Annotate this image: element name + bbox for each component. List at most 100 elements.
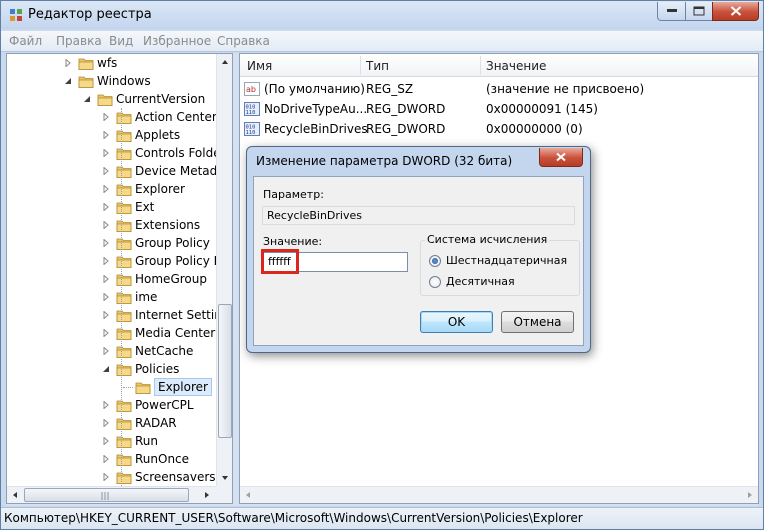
close-button[interactable]: [712, 2, 759, 21]
collapsed-arrow-icon[interactable]: [102, 149, 110, 157]
tree-item[interactable]: NetCache: [7, 342, 216, 360]
value-row[interactable]: 010 110 RecycleBinDrives REG_DWORD 0x0000000…: [240, 119, 758, 139]
scroll-down-icon[interactable]: [217, 469, 233, 486]
collapsed-arrow-icon[interactable]: [102, 401, 110, 409]
tree-vertical-scrollbar[interactable]: [216, 54, 233, 486]
minimize-button[interactable]: [657, 2, 686, 21]
tree-item-label[interactable]: HomeGroup: [135, 270, 207, 288]
collapsed-arrow-icon[interactable]: [102, 455, 110, 463]
menu-file[interactable]: Файл: [9, 34, 42, 48]
column-separator[interactable]: [480, 56, 481, 75]
menu-help[interactable]: Справка: [217, 34, 270, 48]
tree-item[interactable]: Policies: [7, 360, 216, 378]
tree-item[interactable]: CurrentVersion: [7, 90, 216, 108]
tree-item-label[interactable]: PowerCPL: [135, 396, 194, 414]
tree-item-label[interactable]: Policies: [135, 360, 179, 378]
scroll-right-icon[interactable]: [742, 487, 758, 503]
tree-item[interactable]: Explorer: [7, 180, 216, 198]
collapsed-arrow-icon[interactable]: [102, 113, 110, 121]
tree-item[interactable]: Internet Setting: [7, 306, 229, 324]
tree-item-label[interactable]: Extensions: [135, 216, 200, 234]
values-horizontal-scrollbar[interactable]: [240, 486, 758, 503]
collapsed-arrow-icon[interactable]: [102, 311, 110, 319]
collapsed-arrow-icon[interactable]: [102, 293, 110, 301]
tree-item[interactable]: ime: [7, 288, 216, 306]
collapsed-arrow-icon[interactable]: [102, 437, 110, 445]
tree-item[interactable]: Action Center: [7, 108, 217, 126]
radix-dec-radio[interactable]: [429, 276, 441, 288]
tree-item-label[interactable]: Ext: [135, 198, 154, 216]
tree-item[interactable]: RunOnce: [7, 450, 216, 468]
expanded-arrow-icon[interactable]: [83, 95, 91, 103]
column-type-header[interactable]: Тип: [366, 59, 389, 73]
collapsed-arrow-icon[interactable]: [102, 167, 110, 175]
tree-item[interactable]: Group Policy Ec: [7, 252, 228, 270]
collapsed-arrow-icon[interactable]: [102, 203, 110, 211]
tree-scroll-thumb[interactable]: [218, 304, 232, 438]
tree-item[interactable]: Group Policy: [7, 234, 216, 252]
column-separator[interactable]: [360, 56, 361, 75]
tree-item-label[interactable]: Explorer: [135, 180, 185, 198]
tree-item-label[interactable]: Applets: [135, 126, 180, 144]
collapsed-arrow-icon[interactable]: [102, 239, 110, 247]
tree-item[interactable]: wfs: [7, 54, 216, 72]
expanded-arrow-icon[interactable]: [64, 77, 72, 85]
menu-view[interactable]: Вид: [109, 34, 133, 48]
tree-item-label[interactable]: Run: [135, 432, 158, 450]
tree-item[interactable]: Screensavers: [7, 468, 216, 486]
tree-item[interactable]: Controls Folder: [7, 144, 226, 162]
tree-item-label[interactable]: Controls Folder: [135, 144, 226, 162]
tree-item-label[interactable]: Explorer: [154, 378, 212, 396]
tree-item[interactable]: Ext: [7, 198, 216, 216]
tree-item-label[interactable]: Media Center: [135, 324, 215, 342]
collapsed-arrow-icon[interactable]: [102, 329, 110, 337]
registry-tree[interactable]: wfs Windows CurrentVersion Action Center App…: [6, 53, 233, 504]
dialog-close-button[interactable]: [539, 148, 583, 167]
maximize-button[interactable]: [685, 2, 713, 21]
tree-item-label[interactable]: RunOnce: [135, 450, 189, 468]
tree-item[interactable]: Device Metadat: [7, 162, 229, 180]
tree-item-label[interactable]: ime: [135, 288, 157, 306]
tree-item-label[interactable]: Group Policy Ec: [135, 252, 228, 270]
scroll-left-icon[interactable]: [240, 487, 256, 503]
tree-hscroll-thumb[interactable]: [24, 488, 189, 502]
scroll-left-icon[interactable]: [7, 487, 23, 503]
column-name-header[interactable]: Имя: [247, 59, 272, 73]
tree-item[interactable]: Applets: [7, 126, 216, 144]
tree-item[interactable]: Windows: [7, 72, 216, 90]
scroll-up-icon[interactable]: [217, 54, 233, 71]
tree-item[interactable]: PowerCPL: [7, 396, 216, 414]
expanded-arrow-icon[interactable]: [102, 365, 110, 373]
tree-item[interactable]: Extensions: [7, 216, 216, 234]
tree-item-label[interactable]: Windows: [97, 72, 151, 90]
menu-favorites[interactable]: Избранное: [143, 34, 211, 48]
column-data-header[interactable]: Значение: [486, 59, 546, 73]
tree-item[interactable]: Run: [7, 432, 216, 450]
ok-button[interactable]: OK: [420, 311, 493, 333]
collapsed-arrow-icon[interactable]: [102, 257, 110, 265]
cancel-button[interactable]: Отмена: [501, 311, 574, 333]
tree-item-label[interactable]: CurrentVersion: [116, 90, 205, 108]
collapsed-arrow-icon[interactable]: [102, 131, 110, 139]
value-row[interactable]: ab (По умолчанию) REG_SZ (значение не присв…: [240, 79, 758, 99]
collapsed-arrow-icon[interactable]: [102, 221, 110, 229]
tree-horizontal-scrollbar[interactable]: [7, 486, 216, 503]
collapsed-arrow-icon[interactable]: [102, 473, 110, 481]
tree-item-label[interactable]: NetCache: [135, 342, 193, 360]
value-row[interactable]: 010 110 NoDriveTypeAu... REG_DWORD 0x0000009…: [240, 99, 758, 119]
tree-item-label[interactable]: Screensavers: [135, 468, 216, 486]
radix-hex-radio[interactable]: [429, 255, 441, 267]
tree-item-label[interactable]: Action Center: [135, 108, 217, 126]
tree-item[interactable]: RADAR: [7, 414, 216, 432]
title-bar[interactable]: Редактор реестра: [1, 1, 763, 29]
collapsed-arrow-icon[interactable]: [102, 185, 110, 193]
tree-item[interactable]: HomeGroup: [7, 270, 216, 288]
collapsed-arrow-icon[interactable]: [64, 59, 72, 67]
tree-item-label[interactable]: wfs: [97, 54, 117, 72]
tree-item-label[interactable]: RADAR: [135, 414, 177, 432]
radix-dec-label[interactable]: Десятичная: [446, 275, 515, 288]
collapsed-arrow-icon[interactable]: [102, 275, 110, 283]
menu-edit[interactable]: Правка: [56, 34, 102, 48]
collapsed-arrow-icon[interactable]: [102, 347, 110, 355]
tree-item-label[interactable]: Group Policy: [135, 234, 210, 252]
